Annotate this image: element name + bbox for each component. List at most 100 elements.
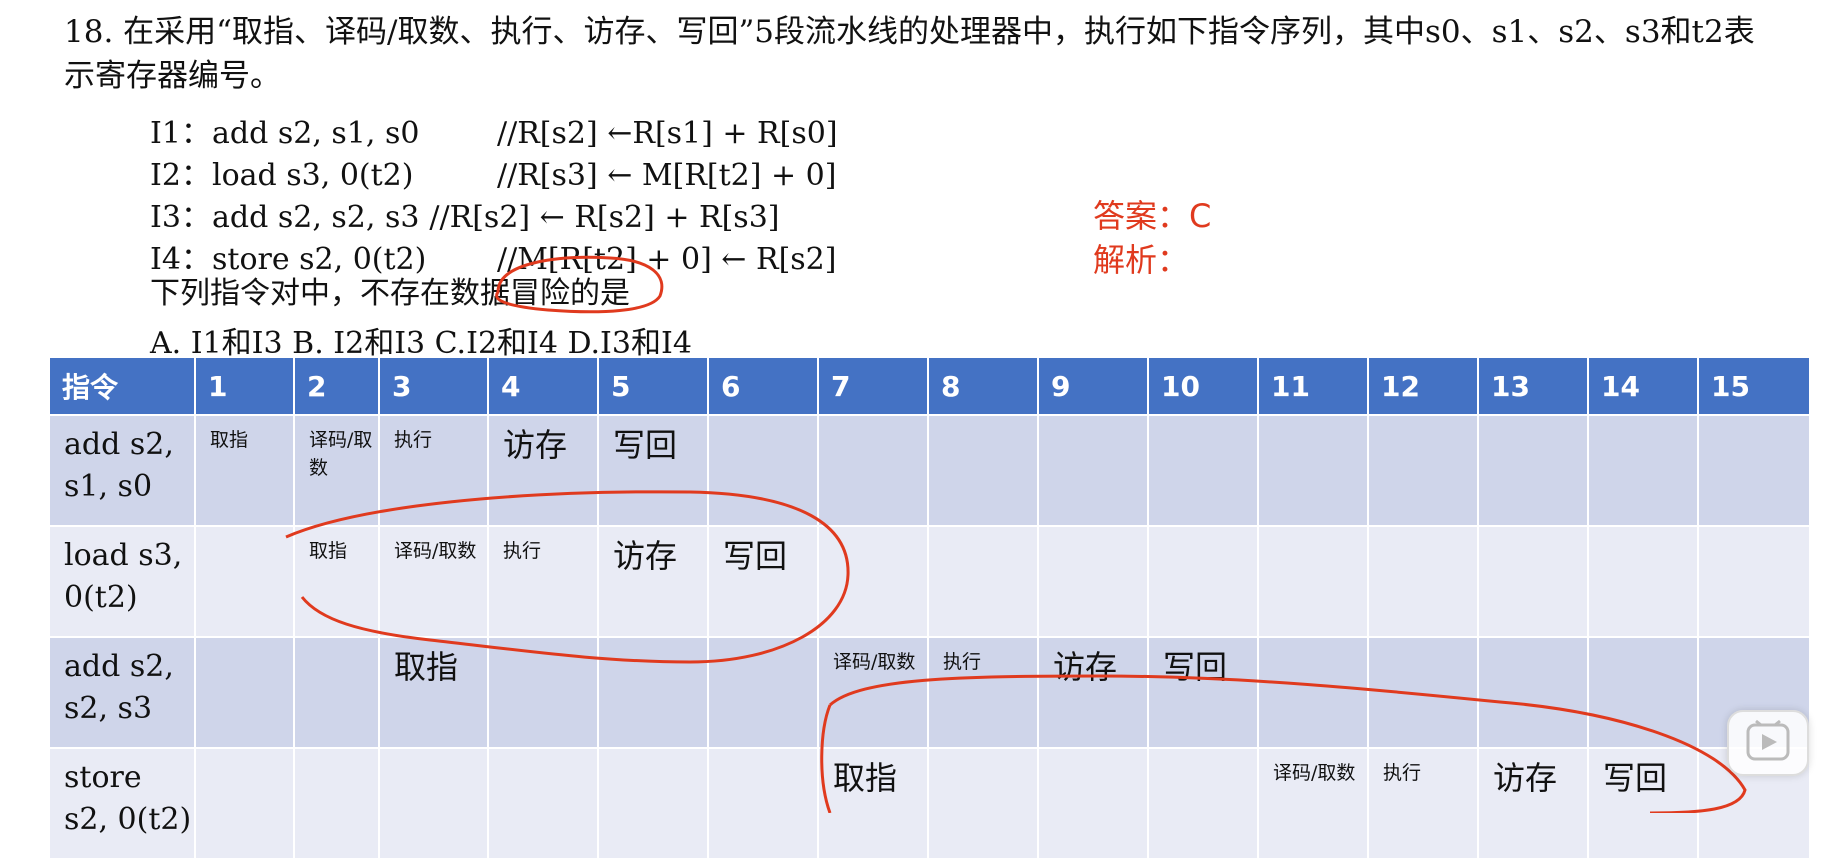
stage-label: 写回 — [613, 426, 678, 464]
stage-cell — [1038, 525, 1149, 637]
code-instr: load s3, 0(t2) — [212, 158, 414, 193]
stage-cell: 访存 — [1038, 636, 1149, 748]
stage-label: 取指 — [833, 759, 898, 797]
question-stem: 下列指令对中，不存在数据冒险的是 — [150, 276, 630, 311]
stage-cell: 执行 — [488, 525, 599, 637]
stage-label: 访存 — [1053, 648, 1118, 686]
table-row: load s3, 0(t2) 取指 译码/取数 执行 访存 写回 — [50, 525, 1811, 637]
stage-cell: 译码/取数 — [294, 414, 380, 526]
stage-label: 执行 — [503, 540, 542, 562]
stage-cell: 执行 — [1368, 747, 1479, 858]
stage-cell — [1698, 414, 1811, 526]
code-line-i3: I3：add s2, s2, s3 //R[s2] ← R[s2] + R[s3] — [150, 192, 780, 236]
stage-cell: 译码/取数 — [818, 636, 929, 748]
stage-cell — [708, 414, 819, 526]
stage-cell: 取指 — [195, 414, 295, 526]
stage-label: 写回 — [1163, 648, 1228, 686]
stage-label: 访存 — [613, 537, 678, 575]
stage-label: 译码/取数 — [1273, 762, 1356, 784]
header-cycle-13: 13 — [1478, 358, 1589, 415]
stage-cell: 执行 — [928, 636, 1039, 748]
stage-cell — [1258, 525, 1369, 637]
stage-cell — [1258, 636, 1369, 748]
stage-cell — [818, 414, 929, 526]
code-comment: //R[s2] ←R[s1] + R[s0] — [497, 116, 838, 151]
stage-cell — [488, 636, 599, 748]
stage-cell: 写回 — [598, 414, 709, 526]
stage-cell — [708, 747, 819, 858]
header-cycle-8: 8 — [928, 358, 1039, 415]
header-cycle-12: 12 — [1368, 358, 1479, 415]
code-comment: //R[s3] ← M[R[t2] + 0] — [497, 158, 837, 193]
header-cycle-3: 3 — [379, 358, 489, 415]
stage-cell — [1478, 414, 1589, 526]
stage-cell: 访存 — [598, 525, 709, 637]
stage-cell — [1698, 525, 1811, 637]
stage-cell — [1588, 636, 1699, 748]
header-cycle-4: 4 — [488, 358, 599, 415]
play-button[interactable] — [1727, 710, 1809, 776]
stage-cell — [294, 636, 380, 748]
answer-line: 答案：C — [1093, 197, 1212, 235]
code-instr: add s2, s1, s0 — [212, 116, 420, 151]
header-cycle-11: 11 — [1258, 358, 1369, 415]
stage-cell: 取指 — [294, 525, 380, 637]
stage-cell: 访存 — [488, 414, 599, 526]
stage-cell — [1038, 747, 1149, 858]
table-row: store s2, 0(t2) 取指 译码/取数 执行 访存 写回 — [50, 747, 1811, 858]
stage-label: 取指 — [309, 540, 348, 562]
stage-cell — [598, 636, 709, 748]
stage-cell — [928, 747, 1039, 858]
stage-cell — [1148, 414, 1259, 526]
header-cycle-7: 7 — [818, 358, 929, 415]
stage-cell — [1368, 636, 1479, 748]
stage-cell — [1588, 414, 1699, 526]
stage-cell: 取指 — [818, 747, 929, 858]
header-cycle-14: 14 — [1588, 358, 1699, 415]
table-row: add s2, s2, s3 取指 译码/取数 执行 访存 写回 — [50, 636, 1811, 748]
header-cycle-1: 1 — [195, 358, 295, 415]
stage-cell — [708, 636, 819, 748]
stage-cell — [928, 414, 1039, 526]
stage-cell — [1258, 414, 1369, 526]
header-cycle-10: 10 — [1148, 358, 1259, 415]
stage-cell — [1368, 525, 1479, 637]
stage-cell — [818, 525, 929, 637]
row-instruction-label: load s3, 0(t2) — [50, 525, 196, 637]
code-line-i2: I2：load s3, 0(t2) //R[s3] ← M[R[t2] + 0] — [150, 150, 836, 194]
stage-label: 取指 — [210, 429, 249, 451]
table-header-row: 指令 1 2 3 4 5 6 7 8 9 10 11 12 13 14 15 — [50, 358, 1811, 415]
stage-cell: 译码/取数 — [1258, 747, 1369, 858]
stage-label: 写回 — [723, 537, 788, 575]
stage-cell — [598, 747, 709, 858]
header-cycle-5: 5 — [598, 358, 709, 415]
stage-cell: 写回 — [1148, 636, 1259, 748]
explanation-label: 解析： — [1093, 241, 1190, 279]
stage-cell: 取指 — [379, 636, 489, 748]
stage-label: 写回 — [1603, 759, 1668, 797]
code-instr: add s2, s2, s3 — [212, 200, 420, 235]
code-label: I3： — [150, 200, 211, 235]
question-text: 18. 在采用“取指、译码/取数、执行、访存、写回”5段流水线的处理器中，执行如… — [64, 14, 1755, 94]
stage-cell: 执行 — [379, 414, 489, 526]
code-label: I2： — [150, 158, 211, 193]
stage-cell — [195, 747, 295, 858]
stage-cell — [379, 747, 489, 858]
stage-cell — [294, 747, 380, 858]
pipeline-table: 指令 1 2 3 4 5 6 7 8 9 10 11 12 13 14 15 add s2, s1, s0 取指… — [50, 358, 1811, 858]
stage-label: 译码/取数 — [833, 651, 916, 673]
stage-label: 执行 — [943, 651, 982, 673]
stage-label: 访存 — [503, 426, 568, 464]
stage-cell — [1588, 525, 1699, 637]
play-icon — [1746, 719, 1790, 761]
stage-cell — [1478, 525, 1589, 637]
stage-cell — [1038, 414, 1149, 526]
stage-cell — [195, 636, 295, 748]
table-row: add s2, s1, s0 取指 译码/取数 执行 访存 写回 — [50, 414, 1811, 526]
code-comment: //R[s2] ← R[s2] + R[s3] — [429, 200, 780, 235]
row-instruction-label: add s2, s1, s0 — [50, 414, 196, 526]
answer-annotation: 答案：C 解析： — [1093, 194, 1211, 282]
answer-options: A. I1和I3 B. I2和I3 C.I2和I4 D.I3和I4 — [150, 326, 692, 361]
stage-cell — [1478, 636, 1589, 748]
stage-label: 执行 — [394, 429, 433, 451]
